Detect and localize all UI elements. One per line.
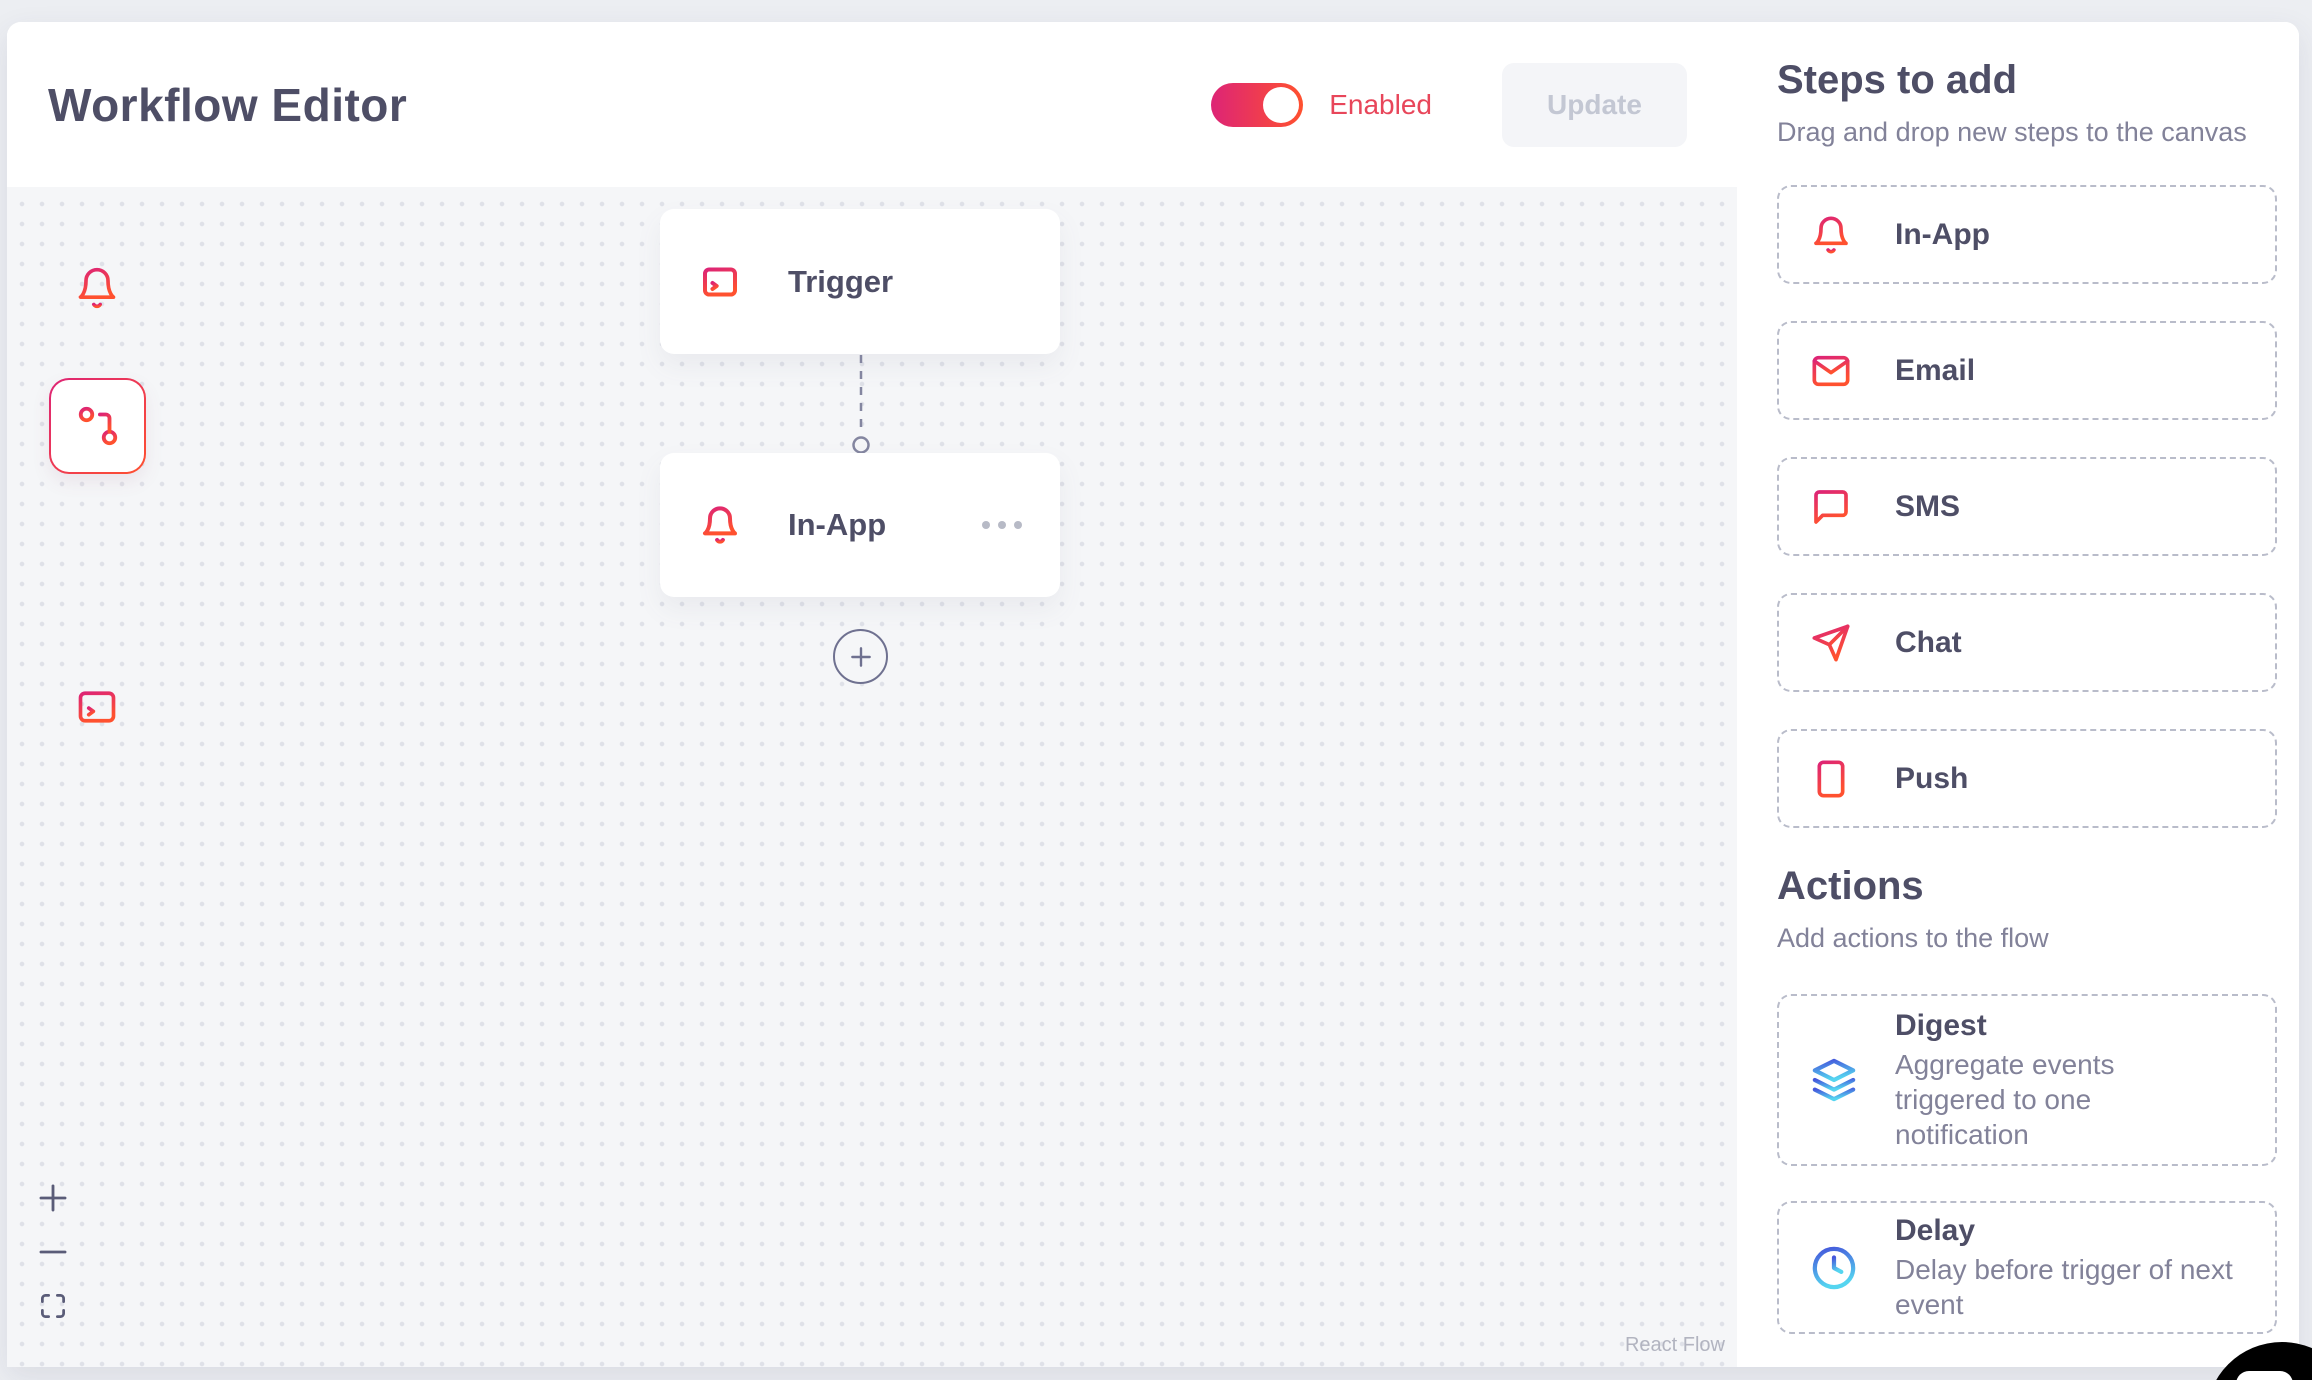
trigger-node[interactable]: Trigger [660,209,1060,354]
plus-icon [848,644,874,670]
fit-view-button[interactable] [36,1289,70,1323]
react-flow-attribution[interactable]: React Flow [1625,1334,1725,1357]
sidebar-item-notifications[interactable] [75,266,119,310]
plus-icon [36,1181,70,1215]
workflow-editor-panel: Workflow Editor Enabled Update [7,22,2299,1367]
minus-icon [36,1235,70,1269]
enabled-toggle[interactable] [1211,83,1303,127]
step-label: Email [1895,354,1975,388]
add-step-button[interactable] [833,629,888,684]
mail-icon [1811,351,1851,391]
edge-trigger-to-inapp [845,347,877,467]
step-label: Chat [1895,626,1962,660]
steps-section-subtitle: Drag and drop new steps to the canvas [1777,117,2277,148]
action-description: Delay before trigger of next event [1895,1252,2255,1322]
bell-icon [75,266,119,310]
chat-bubble-icon [2236,1371,2293,1380]
zoom-in-button[interactable] [36,1181,70,1215]
sidebar-item-settings[interactable] [73,544,117,588]
step-card-sms[interactable]: SMS [1777,457,2277,556]
step-label: In-App [1895,218,1990,252]
in-app-node[interactable]: In-App [660,453,1060,597]
step-card-push[interactable]: Push [1777,729,2277,828]
update-button[interactable]: Update [1502,63,1687,147]
send-icon [1811,623,1851,663]
step-card-in-app[interactable]: In-App [1777,185,2277,284]
bell-icon [1811,215,1851,255]
terminal-icon [75,685,119,729]
action-label: Digest [1895,1009,2180,1043]
bell-icon [700,505,740,545]
canvas-controls [36,1181,70,1323]
node-options-menu[interactable] [980,515,1024,535]
smartphone-icon [1811,759,1851,799]
node-label: Trigger [788,264,893,300]
step-label: Push [1895,762,1968,796]
message-icon [1811,487,1851,527]
actions-section-title: Actions [1777,864,2277,909]
toggle-label: Enabled [1329,89,1432,121]
sliders-icon [73,544,117,588]
workflow-icon [75,403,121,449]
step-card-email[interactable]: Email [1777,321,2277,420]
steps-section-title: Steps to add [1777,58,2277,103]
app-header: Workflow Editor Enabled Update [7,22,1737,187]
zoom-out-button[interactable] [36,1235,70,1269]
actions-section-subtitle: Add actions to the flow [1777,923,2277,954]
layers-icon [1811,1057,1857,1103]
terminal-icon [700,262,740,302]
toggle-knob [1263,87,1299,123]
page-title: Workflow Editor [48,78,407,132]
step-label: SMS [1895,490,1960,524]
sidebar-item-trigger-snippet[interactable] [75,685,119,729]
clock-icon [1811,1245,1857,1291]
main-column: Workflow Editor Enabled Update [7,22,1737,1367]
action-card-digest[interactable]: Digest Aggregate events triggered to one… [1777,994,2277,1166]
action-card-delay[interactable]: Delay Delay before trigger of next event [1777,1201,2277,1334]
action-label: Delay [1895,1214,2255,1248]
sidebar-item-workflow[interactable] [49,378,146,474]
flow-canvas[interactable]: Trigger In-App [7,187,1737,1367]
action-description: Aggregate events triggered to one notifi… [1895,1047,2180,1152]
node-label: In-App [788,507,886,543]
steps-sidebar: Steps to add Drag and drop new steps to … [1737,22,2299,1367]
fit-view-icon [38,1291,68,1321]
step-card-chat[interactable]: Chat [1777,593,2277,692]
